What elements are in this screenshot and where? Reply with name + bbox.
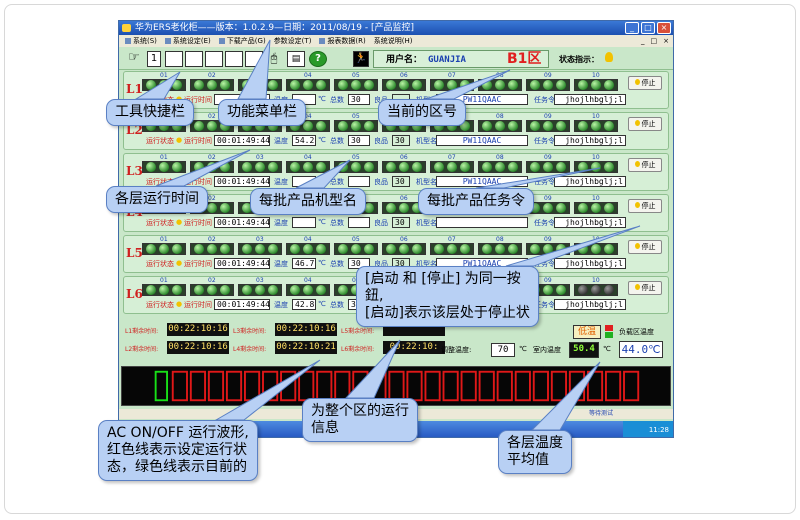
callout-model: 每批产品机型名 — [250, 188, 366, 215]
callout-task-text: 每批产品任务令 — [427, 193, 525, 209]
callout-toolbar-text: 工具快捷栏 — [115, 104, 185, 120]
callout-zone-info: 为整个区的运行 信息 — [302, 398, 418, 442]
callout-model-pointer — [295, 159, 351, 189]
callout-waveform: AC ON/OFF 运行波形, 红色线表示设定运行状 态，绿色线表示目前的 — [98, 420, 258, 481]
callout-menu-text: 功能菜单栏 — [227, 104, 297, 120]
callout-start-stop-text: [启动 和 [停止] 为同一按 鈕, [启动]表示该层处于停止状 — [365, 271, 530, 321]
callout-toolbar: 工具快捷栏 — [106, 99, 194, 126]
callout-toolbar-pointer — [134, 71, 181, 100]
callout-menu-pointer — [237, 39, 271, 100]
callout-runtime-text: 各层运行时间 — [115, 191, 199, 207]
callout-zone-text: 当前的区号 — [387, 104, 457, 120]
callout-zone: 当前的区号 — [378, 99, 466, 126]
callout-start-stop: [启动 和 [停止] 为同一按 鈕, [启动]表示该层处于停止状 — [356, 266, 539, 327]
callout-zone-info-pointer — [344, 339, 401, 399]
callout-zone-pointer — [425, 69, 511, 100]
callout-runtime-pointer — [155, 149, 251, 187]
callout-avg-temp: 各层温度 平均值 — [498, 430, 572, 474]
callout-start-stop-pointer — [505, 225, 641, 267]
callout-avg-temp-text: 各层温度 平均值 — [507, 435, 563, 468]
callout-waveform-text: AC ON/OFF 运行波形, 红色线表示设定运行状 态，绿色线表示目前的 — [107, 425, 249, 475]
callout-model-text: 每批产品机型名 — [259, 193, 357, 209]
callout-zone-info-text: 为整个区的运行 信息 — [311, 403, 409, 436]
callout-runtime: 各层运行时间 — [106, 186, 208, 213]
callout-task: 每批产品任务令 — [418, 188, 534, 215]
callout-avg-temp-pointer — [530, 361, 601, 431]
callout-task-pointer — [475, 167, 601, 189]
callout-menu: 功能菜单栏 — [218, 99, 306, 126]
